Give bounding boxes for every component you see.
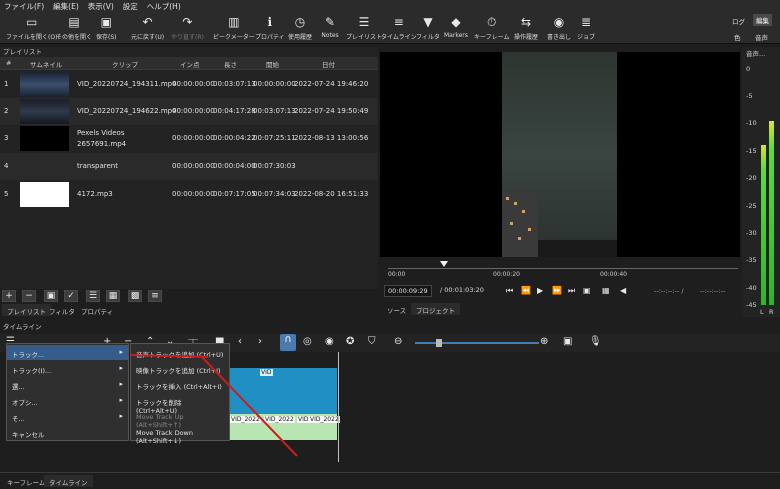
- bottom-tabs: キーフレーム タイムライン: [0, 472, 780, 489]
- annotation-overlay: [129, 354, 298, 457]
- tab-timeline[interactable]: タイムライン: [44, 475, 93, 487]
- arrow-line: [199, 354, 298, 457]
- underline-mark: [129, 354, 209, 358]
